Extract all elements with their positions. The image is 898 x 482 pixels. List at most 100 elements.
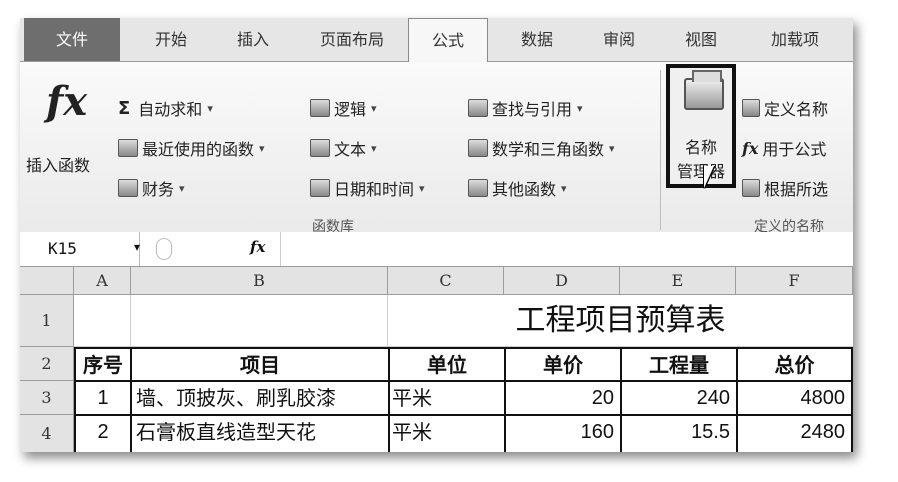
book-icon: [468, 139, 488, 157]
cell-a4[interactable]: 2: [74, 414, 132, 452]
math-trig-label: 数学和三角函数: [492, 140, 605, 159]
text-button[interactable]: 文本 ▾: [310, 136, 377, 160]
create-from-selection-button[interactable]: 根据所选: [742, 176, 828, 200]
resize-handle[interactable]: [156, 238, 172, 260]
tab-insert[interactable]: 插入: [216, 18, 290, 61]
tab-page-layout[interactable]: 页面布局: [302, 18, 402, 61]
tab-view[interactable]: 视图: [664, 18, 738, 61]
header-cell-quantity[interactable]: 工程量: [620, 347, 738, 382]
book-icon: [310, 179, 330, 197]
chevron-down-icon: ▾: [419, 181, 425, 195]
logical-button[interactable]: 逻辑 ▾: [310, 96, 377, 120]
autosum-label: 自动求和: [138, 100, 203, 119]
tab-home[interactable]: 开始: [134, 18, 208, 61]
row-header-2[interactable]: 2: [20, 347, 74, 381]
row-header-4[interactable]: 4: [20, 415, 74, 452]
lookup-reference-button[interactable]: 查找与引用 ▾: [468, 96, 583, 120]
tab-review[interactable]: 审阅: [582, 18, 656, 61]
insert-function-button[interactable]: 插入函数: [26, 152, 90, 176]
formula-input[interactable]: [286, 232, 846, 266]
column-header-b[interactable]: B: [131, 267, 388, 295]
header-cell-index[interactable]: 序号: [74, 347, 132, 382]
logical-label: 逻辑: [334, 100, 367, 119]
use-in-formula-button[interactable]: fx 用于公式: [742, 136, 826, 160]
more-functions-button[interactable]: 其他函数 ▾: [468, 176, 567, 200]
more-functions-label: 其他函数: [492, 180, 557, 199]
formula-divider: [280, 232, 281, 266]
fx-icon: fx: [742, 138, 759, 158]
define-name-button[interactable]: 定义名称: [742, 96, 828, 120]
book-icon: [468, 179, 488, 197]
book-icon: [310, 139, 330, 157]
header-cell-total[interactable]: 总价: [736, 347, 853, 382]
name-manager-label-line2: 管理器: [676, 162, 725, 181]
book-icon: [118, 179, 138, 197]
column-header-d[interactable]: D: [504, 267, 620, 295]
fx-icon[interactable]: fx: [46, 78, 87, 125]
cell-a1[interactable]: [74, 295, 131, 347]
row-header-3[interactable]: 3: [20, 381, 74, 415]
book-icon: [468, 99, 488, 117]
worksheet-grid: A B C D E F 1 2 3 4 工程项目预算表 序号 项目 单位 单价 …: [20, 267, 853, 452]
insert-function-label: 插入函数: [26, 156, 91, 175]
group-divider: [660, 70, 661, 230]
chevron-down-icon: ▾: [371, 141, 377, 155]
name-box[interactable]: K15: [20, 232, 140, 266]
tag-icon: [742, 99, 760, 117]
header-cell-unit[interactable]: 单位: [388, 347, 506, 382]
book-icon: [118, 139, 138, 157]
create-from-selection-label: 根据所选: [764, 180, 829, 199]
date-time-label: 日期和时间: [334, 180, 415, 199]
name-manager-label-line1: 名称: [684, 138, 717, 157]
tab-addins[interactable]: 加载项: [750, 18, 840, 61]
chevron-down-icon: ▾: [609, 141, 615, 155]
tab-data[interactable]: 数据: [500, 18, 574, 61]
chevron-down-icon[interactable]: ▾: [134, 240, 140, 254]
grid-icon: [742, 179, 760, 197]
header-cell-item[interactable]: 项目: [130, 347, 390, 382]
cell-f4[interactable]: 2480: [736, 414, 853, 452]
chevron-down-icon: ▾: [207, 101, 213, 115]
cell-b3[interactable]: 墙、顶披灰、刷乳胶漆: [130, 380, 390, 416]
cell-f3[interactable]: 4800: [736, 380, 853, 416]
row-header-1[interactable]: 1: [20, 295, 74, 347]
excel-window: 文件 开始 插入 页面布局 公式 数据 审阅 视图 加载项 fx 插入函数 Σ …: [20, 18, 853, 452]
insert-function-fx-icon[interactable]: fx: [250, 238, 265, 256]
recent-functions-label: 最近使用的函数: [142, 140, 255, 159]
recent-functions-button[interactable]: 最近使用的函数 ▾: [118, 136, 265, 160]
financial-label: 财务: [142, 180, 175, 199]
date-time-button[interactable]: 日期和时间 ▾: [310, 176, 425, 200]
sheet-title-cell[interactable]: 工程项目预算表: [388, 295, 853, 347]
cell-c4[interactable]: 平米: [388, 414, 506, 452]
cell-e4[interactable]: 15.5: [620, 414, 738, 452]
cell-d3[interactable]: 20: [504, 380, 622, 416]
math-trig-button[interactable]: 数学和三角函数 ▾: [468, 136, 615, 160]
column-header-c[interactable]: C: [388, 267, 504, 295]
text-label: 文本: [334, 140, 367, 159]
cell-d4[interactable]: 160: [504, 414, 622, 452]
chevron-down-icon: ▾: [577, 101, 583, 115]
header-cell-unit-price[interactable]: 单价: [504, 347, 622, 382]
cell-a3[interactable]: 1: [74, 380, 132, 416]
tab-file[interactable]: 文件: [24, 18, 120, 61]
column-header-e[interactable]: E: [620, 267, 736, 295]
select-all-corner[interactable]: [20, 267, 74, 295]
cell-b4[interactable]: 石膏板直线造型天花: [130, 414, 390, 452]
cell-c3[interactable]: 平米: [388, 380, 506, 416]
mouse-pointer-icon: [704, 166, 714, 188]
autosum-button[interactable]: Σ 自动求和 ▾: [118, 96, 213, 120]
ribbon-tab-bar: 文件 开始 插入 页面布局 公式 数据 审阅 视图 加载项: [20, 18, 853, 63]
name-manager-button[interactable]: 名称 管理器: [666, 64, 736, 188]
financial-button[interactable]: 财务 ▾: [118, 176, 185, 200]
cell-e3[interactable]: 240: [620, 380, 738, 416]
tab-formulas[interactable]: 公式: [408, 18, 488, 63]
column-header-a[interactable]: A: [74, 267, 131, 295]
book-icon: [310, 99, 330, 117]
lookup-reference-label: 查找与引用: [492, 100, 573, 119]
formula-bar: K15 ▾ fx: [20, 232, 853, 267]
sigma-icon: Σ: [118, 97, 131, 119]
define-name-label: 定义名称: [764, 100, 829, 119]
cell-b1[interactable]: [131, 295, 388, 347]
column-header-f[interactable]: F: [736, 267, 853, 295]
ribbon-formulas: fx 插入函数 Σ 自动求和 ▾ 最近使用的函数 ▾ 财务 ▾ 逻辑 ▾ 文本 …: [20, 62, 853, 243]
